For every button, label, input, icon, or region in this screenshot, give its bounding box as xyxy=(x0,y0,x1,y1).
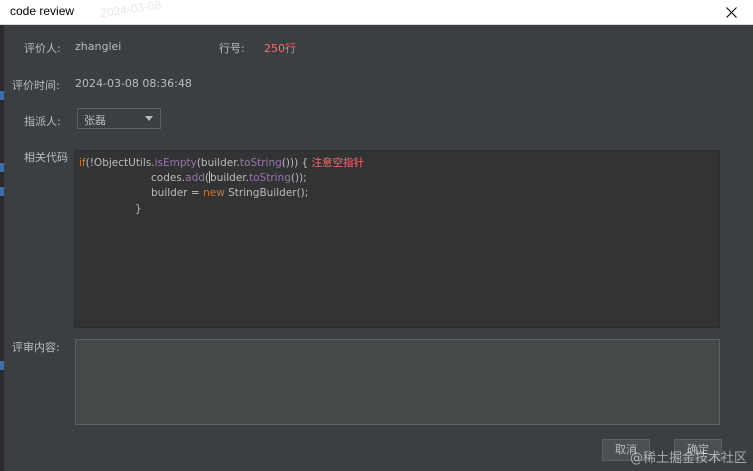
title-watermark: 2024-03-08 xyxy=(99,0,163,21)
related-code-area[interactable]: if(!ObjectUtils.isEmpty(builder.toString… xyxy=(74,150,720,328)
left-edge-strip xyxy=(0,25,4,471)
reviewer-label: 评价人: xyxy=(24,42,61,55)
code-method-tostring: toString xyxy=(239,157,282,169)
code-line-4: } xyxy=(135,203,142,215)
code-text: (!ObjectUtils. xyxy=(85,157,155,169)
reviewer-value: zhanglei xyxy=(75,40,122,53)
code-keyword-if: if xyxy=(79,157,86,169)
code-method-isempty: isEmpty xyxy=(154,157,197,169)
code-text: (builder. xyxy=(196,157,240,169)
code-text: builder. xyxy=(210,172,249,184)
code-line-1: if(!ObjectUtils.isEmpty(builder.toString… xyxy=(79,155,364,170)
code-line-3: builder = new StringBuilder(); xyxy=(151,187,308,199)
code-review-dialog: code review 2024-03-08 评价人: zhanglei 行号:… xyxy=(0,0,753,471)
code-method-tostring: toString xyxy=(249,172,291,184)
code-keyword-new: new xyxy=(203,187,225,199)
review-time-value: 2024-03-08 08:36:48 xyxy=(75,77,192,90)
review-content-input[interactable] xyxy=(75,339,720,425)
line-number-label: 行号: xyxy=(219,42,245,55)
window-title: code review xyxy=(10,4,75,18)
related-code-label: 相关代码 xyxy=(24,151,68,164)
code-text: StringBuilder(); xyxy=(224,187,309,199)
code-text: builder = xyxy=(151,187,204,199)
assignee-label: 指派人: xyxy=(24,115,61,128)
edge-marker xyxy=(0,361,4,370)
code-text: ()); xyxy=(290,172,307,184)
edge-marker xyxy=(0,187,4,196)
site-watermark: @稀土掘金技术社区 xyxy=(629,451,747,466)
review-content-label: 评审内容: xyxy=(12,341,60,354)
line-number-value: 250行 xyxy=(264,42,296,55)
assignee-selected-value: 张磊 xyxy=(84,114,106,127)
assignee-select[interactable]: 张磊 xyxy=(77,108,161,129)
title-bar: code review 2024-03-08 xyxy=(0,0,753,25)
code-text: ())) { xyxy=(281,157,309,169)
close-icon xyxy=(725,6,737,18)
code-method-add: add xyxy=(185,172,205,184)
code-text: codes. xyxy=(151,172,186,184)
review-time-label: 评价时间: xyxy=(12,79,60,92)
chevron-down-icon xyxy=(145,116,153,121)
edge-marker xyxy=(0,91,4,100)
edge-marker xyxy=(0,163,4,172)
code-note: 注意空指针 xyxy=(311,157,365,169)
code-line-2: codes.add(builder.toString()); xyxy=(151,171,307,184)
close-button[interactable] xyxy=(709,0,753,24)
